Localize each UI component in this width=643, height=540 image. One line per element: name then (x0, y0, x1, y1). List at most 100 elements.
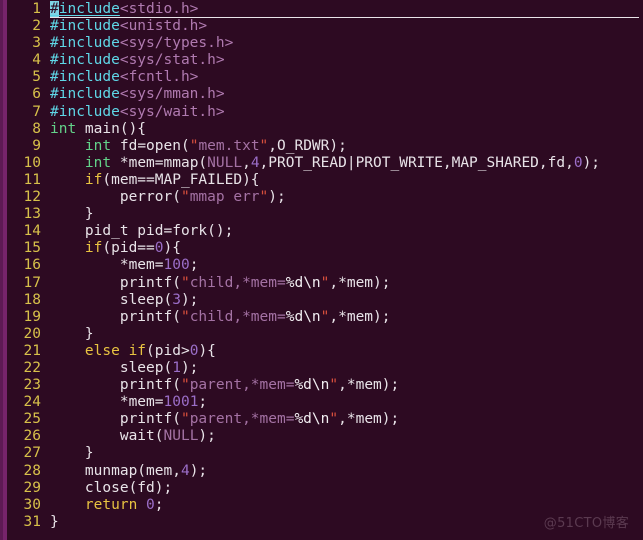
code-line[interactable]: 26 wait(NULL); (7, 428, 643, 445)
code-line[interactable]: 8 int main(){ (7, 121, 643, 138)
code-token: *mem=mmap( (111, 154, 208, 171)
code-token: printf( (50, 377, 181, 394)
code-token: <unistd.h> (119, 18, 208, 35)
code-token: , (242, 154, 251, 171)
code-line-text: perror("mmap err"); (50, 189, 643, 206)
code-token: printf( (50, 308, 181, 325)
code-line-text: printf("child,*mem=%d\n",*mem); (50, 309, 643, 326)
code-line-text: } (50, 326, 643, 343)
code-line[interactable]: 12 perror("mmap err"); (7, 189, 643, 206)
code-token: *mem= (50, 257, 164, 274)
line-number: 6 (32, 86, 41, 103)
code-line[interactable]: 13 } (7, 206, 643, 223)
code-token: <fcntl.h> (119, 69, 199, 86)
code-token: parent,*mem= (189, 411, 295, 428)
line-number: 22 (23, 359, 41, 376)
code-token: ); (189, 462, 208, 479)
code-token: 1001 (163, 394, 199, 411)
code-token: ){ (198, 342, 216, 359)
code-line[interactable]: 2 #include<unistd.h> (7, 18, 643, 35)
code-token: ,O_RDWR); (268, 137, 347, 154)
line-number: 31 (23, 513, 41, 530)
code-line[interactable]: 10 int *mem=mmap(NULL,4,PROT_READ|PROT_W… (7, 155, 643, 172)
code-token: <stdio.h> (119, 1, 199, 17)
code-token: printf( (50, 411, 181, 428)
code-line-text: #include<stdio.h> (50, 1, 643, 19)
code-line[interactable]: 19 printf("child,*mem=%d\n",*mem); (7, 309, 643, 326)
line-number: 17 (23, 274, 41, 291)
code-line[interactable]: 28 munmap(mem,4); (7, 463, 643, 480)
code-line[interactable]: 15 if(pid==0){ (7, 240, 643, 257)
line-number: 20 (23, 325, 41, 342)
code-line[interactable]: 14 pid_t pid=fork(); (7, 223, 643, 240)
code-token: #include (50, 52, 120, 69)
code-token: ){ (163, 240, 181, 257)
code-line[interactable]: 11 if(mem==MAP_FAILED){ (7, 172, 643, 189)
code-token: pid_t pid=fork(); (50, 223, 234, 240)
code-token: ; (198, 394, 208, 411)
code-line[interactable]: 7 #include<sys/wait.h> (7, 104, 643, 121)
code-line-text: #include<sys/mman.h> (50, 86, 643, 103)
code-token: #include (50, 86, 120, 103)
code-line[interactable]: 25 printf("parent,*mem=%d\n",*mem); (7, 411, 643, 428)
code-token: ,*mem); (338, 411, 400, 428)
code-token: 4 (250, 154, 260, 171)
code-token: <sys/wait.h> (119, 103, 225, 120)
code-token: if (84, 240, 103, 257)
code-token: " (259, 189, 269, 206)
code-line-text: printf("parent,*mem=%d\n",*mem); (50, 411, 643, 428)
code-line-text: pid_t pid=fork(); (50, 223, 643, 240)
line-number: 10 (23, 154, 41, 171)
code-line[interactable]: 9 int fd=open("mem.txt",O_RDWR); (7, 138, 643, 155)
code-token: int (84, 137, 112, 154)
code-line-text: #include<unistd.h> (50, 18, 643, 35)
code-token: " (180, 189, 190, 206)
line-number: 14 (23, 223, 41, 240)
code-line[interactable]: 23 printf("parent,*mem=%d\n",*mem); (7, 377, 643, 394)
line-number: 7 (32, 103, 41, 120)
code-line-text: } (50, 445, 643, 462)
code-line[interactable]: 16 *mem=100; (7, 257, 643, 274)
line-number: 5 (32, 69, 41, 86)
code-token: #include (50, 69, 120, 86)
code-line[interactable]: 5 #include<fcntl.h> (7, 69, 643, 86)
code-token: ; (154, 496, 164, 513)
code-line[interactable]: 21 else if(pid>0){ (7, 343, 643, 360)
code-token: \n (311, 377, 330, 394)
code-token: child,*mem= (189, 308, 286, 325)
line-number: 16 (23, 257, 41, 274)
code-line[interactable]: 22 sleep(1); (7, 360, 643, 377)
code-token: ,*mem); (329, 308, 391, 325)
code-line[interactable]: 20 } (7, 326, 643, 343)
code-line[interactable]: 6 #include<sys/mman.h> (7, 86, 643, 103)
code-token: sleep( (50, 359, 173, 376)
code-token: " (180, 308, 190, 325)
line-number: 26 (23, 428, 41, 445)
code-token: <sys/stat.h> (119, 52, 225, 69)
code-token: int (84, 154, 112, 171)
code-line[interactable]: 18 sleep(3); (7, 292, 643, 309)
code-listing[interactable]: 1 #include<stdio.h> 2 #include<unistd.h> 3 #i… (7, 0, 643, 540)
code-line[interactable]: 17 printf("child,*mem=%d\n",*mem); (7, 275, 643, 292)
code-line-text: #include<sys/stat.h> (50, 52, 643, 69)
code-editor-window: 1 #include<stdio.h> 2 #include<unistd.h> 3 #i… (0, 0, 643, 540)
code-line[interactable]: 3 #include<sys/types.h> (7, 35, 643, 52)
line-number: 19 (23, 308, 41, 325)
code-line[interactable]: 29 close(fd); (7, 480, 643, 497)
code-token: " (259, 137, 269, 154)
code-token: 3 (172, 291, 181, 308)
code-line-text: sleep(1); (50, 360, 643, 377)
code-line[interactable]: 27 } (7, 445, 643, 462)
code-token: 0 (146, 496, 155, 513)
code-line[interactable]: 24 *mem=1001; (7, 394, 643, 411)
code-line-text: *mem=1001; (50, 394, 643, 411)
code-token: <sys/mman.h> (119, 86, 225, 103)
code-token: ); (180, 359, 199, 376)
code-line[interactable]: 1 #include<stdio.h> (7, 1, 643, 19)
code-token: %d (285, 274, 304, 291)
code-line[interactable]: 4 #include<sys/stat.h> (7, 52, 643, 69)
line-number: 24 (23, 394, 41, 411)
code-line-text: #include<fcntl.h> (50, 69, 643, 86)
code-token: else (84, 342, 120, 359)
